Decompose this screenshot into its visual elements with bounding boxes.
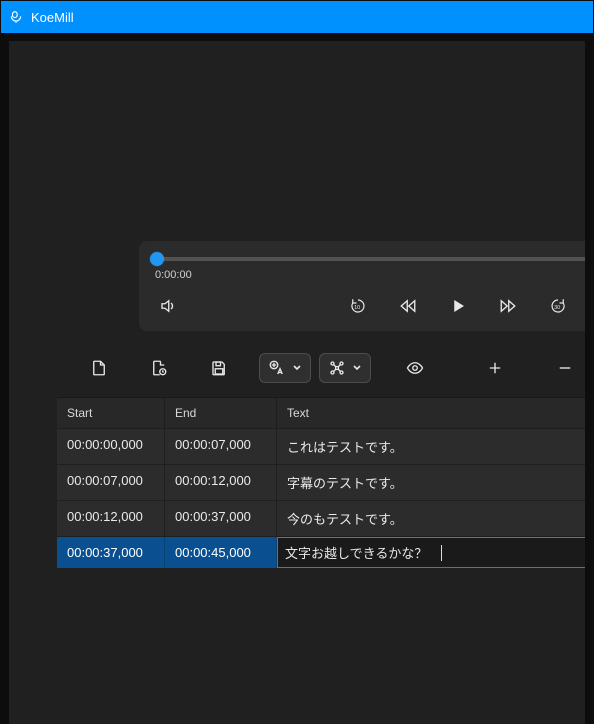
svg-text:10: 10 (354, 305, 360, 311)
rewind-icon[interactable] (397, 295, 419, 317)
titlebar[interactable]: KoeMill (1, 1, 593, 33)
remove-button[interactable] (555, 353, 575, 383)
subtitle-table: Start End Text 00:00:00,00000:00:07,000こ… (57, 397, 585, 569)
app-title: KoeMill (31, 10, 74, 25)
col-start[interactable]: Start (57, 398, 165, 429)
current-time: 0:00:00 (153, 269, 585, 281)
forward-30-icon[interactable]: 30 (547, 295, 569, 317)
table-row[interactable]: 00:00:00,00000:00:07,000これはテストです。 (57, 429, 585, 465)
table-header: Start End Text (57, 398, 585, 429)
cell-end[interactable]: 00:00:07,000 (165, 429, 277, 464)
chevron-down-icon (352, 363, 362, 373)
cell-text[interactable]: 文字お越しできるかな？ (277, 537, 585, 568)
cell-start[interactable]: 00:00:00,000 (57, 429, 165, 464)
content-area: 0:00:00 10 (9, 41, 585, 724)
col-end[interactable]: End (165, 398, 277, 429)
cell-start[interactable]: 00:00:37,000 (57, 537, 165, 568)
add-button[interactable] (485, 353, 505, 383)
eye-button[interactable] (405, 353, 425, 383)
cell-text[interactable]: これはテストです。 (277, 429, 585, 464)
app-window: KoeMill 0:00:00 10 (0, 0, 594, 724)
seek-slider[interactable] (157, 257, 585, 261)
rewind-10-icon[interactable]: 10 (347, 295, 369, 317)
cell-end[interactable]: 00:00:37,000 (165, 501, 277, 536)
seek-thumb[interactable] (150, 252, 164, 266)
cell-text[interactable]: 今のもテストです。 (277, 501, 585, 536)
col-text[interactable]: Text (277, 398, 585, 429)
fast-forward-icon[interactable] (497, 295, 519, 317)
speaker-icon[interactable] (157, 295, 179, 317)
file-lock-button[interactable] (149, 353, 169, 383)
cell-text[interactable]: 字幕のテストです。 (277, 465, 585, 500)
toolbar (9, 331, 585, 397)
translate-dropdown[interactable] (259, 353, 311, 383)
play-icon[interactable] (447, 295, 469, 317)
media-player: 0:00:00 10 (139, 241, 585, 331)
svg-text:30: 30 (554, 305, 560, 311)
table-row[interactable]: 00:00:07,00000:00:12,000字幕のテストです。 (57, 465, 585, 501)
file-button[interactable] (89, 353, 109, 383)
cell-end[interactable]: 00:00:45,000 (165, 537, 277, 568)
table-row[interactable]: 00:00:37,00000:00:45,000文字お越しできるかな？ (57, 537, 585, 569)
table-row[interactable]: 00:00:12,00000:00:37,000今のもテストです。 (57, 501, 585, 537)
app-icon (9, 10, 23, 24)
chevron-down-icon (292, 363, 302, 373)
save-button[interactable] (209, 353, 229, 383)
text-caret (441, 545, 442, 561)
cell-end[interactable]: 00:00:12,000 (165, 465, 277, 500)
cell-start[interactable]: 00:00:12,000 (57, 501, 165, 536)
cell-start[interactable]: 00:00:07,000 (57, 465, 165, 500)
graph-dropdown[interactable] (319, 353, 371, 383)
